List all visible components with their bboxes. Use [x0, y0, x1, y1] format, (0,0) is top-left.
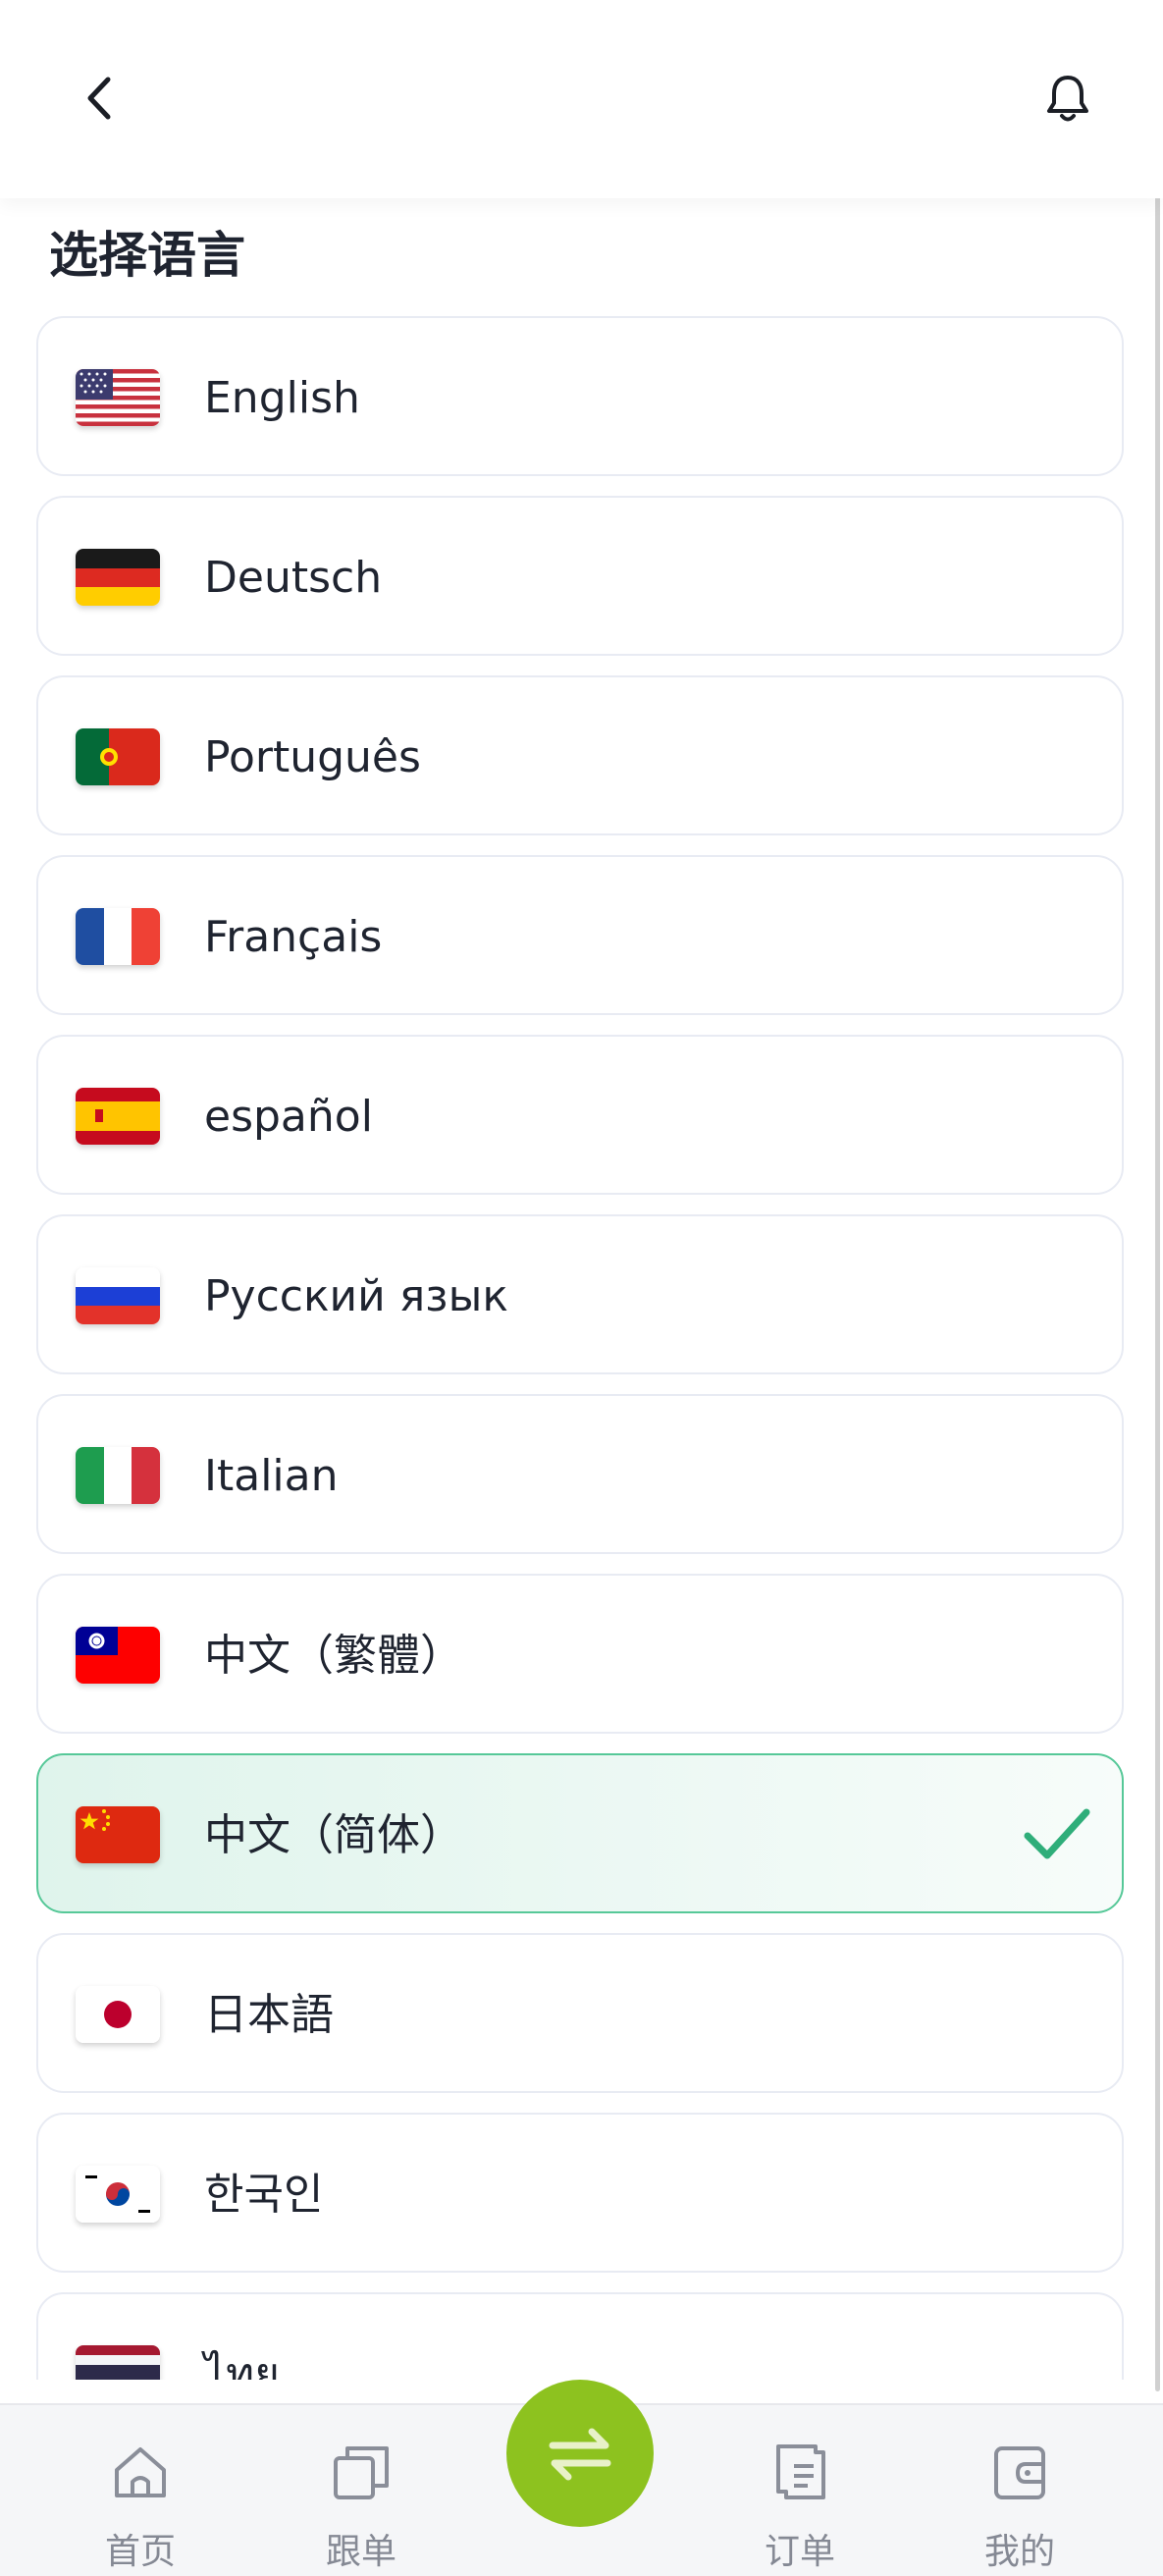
language-label: Français [204, 912, 383, 962]
tab-orders-label: 订单 [764, 2532, 835, 2572]
th-flag-icon [76, 2345, 160, 2380]
language-label: Русский язык [204, 1271, 508, 1321]
bell-icon [1047, 76, 1088, 122]
copy-icon [334, 2446, 389, 2499]
jp-flag-icon [76, 1986, 160, 2043]
tab-follow[interactable]: 跟单 [283, 2403, 440, 2574]
language-label: Português [204, 732, 421, 782]
trade-center-button[interactable] [506, 2380, 654, 2527]
language-item-chinese-simplified[interactable]: 中文（简体） [36, 1753, 1124, 1913]
it-flag-icon [76, 1447, 160, 1504]
language-label: 한국인 [204, 2170, 324, 2220]
language-label: español [204, 1092, 373, 1142]
language-label: ไทย [204, 2349, 280, 2380]
cn-flag-icon [76, 1806, 160, 1863]
language-item-english[interactable]: English [36, 316, 1124, 476]
language-item-thai[interactable]: ไทย [36, 2292, 1124, 2380]
home-icon [115, 2447, 166, 2497]
notifications-button[interactable] [1035, 64, 1100, 133]
back-button[interactable] [69, 64, 128, 133]
language-item-chinese-traditional[interactable]: 中文（繁體） [36, 1574, 1124, 1734]
language-item-korean[interactable]: 한국인 [36, 2113, 1124, 2273]
language-label: 中文（简体） [204, 1810, 463, 1860]
fr-flag-icon [76, 908, 160, 965]
language-item-italian[interactable]: Italian [36, 1394, 1124, 1554]
wallet-icon [994, 2446, 1045, 2499]
language-label: Deutsch [204, 553, 383, 603]
scrollbar[interactable] [1155, 0, 1160, 2391]
tab-home-label: 首页 [104, 2532, 176, 2572]
language-item-deutsch[interactable]: Deutsch [36, 496, 1124, 656]
language-item-espanol[interactable]: español [36, 1035, 1124, 1195]
tab-home[interactable]: 首页 [62, 2403, 219, 2574]
tab-mine[interactable]: 我的 [941, 2403, 1098, 2574]
ru-flag-icon [76, 1267, 160, 1324]
language-label: English [204, 373, 360, 423]
page-title: 选择语言 [49, 227, 245, 284]
language-label: 中文（繁體） [204, 1631, 463, 1681]
check-icon [1024, 1808, 1090, 1859]
top-bar [0, 0, 1163, 198]
language-item-japanese[interactable]: 日本語 [36, 1933, 1124, 2093]
tab-mine-label: 我的 [983, 2532, 1055, 2572]
chevron-left-icon [87, 77, 111, 120]
swap-arrows-icon [549, 2428, 611, 2481]
language-item-portugues[interactable]: Português [36, 675, 1124, 835]
kr-flag-icon [76, 2166, 160, 2223]
language-label: 日本語 [204, 1990, 334, 2040]
language-item-francais[interactable]: Français [36, 855, 1124, 1015]
pt-flag-icon [76, 728, 160, 785]
language-item-russian[interactable]: Русский язык [36, 1214, 1124, 1374]
us-flag-icon [76, 369, 160, 426]
language-label: Italian [204, 1451, 339, 1501]
tab-follow-label: 跟单 [325, 2532, 396, 2572]
tw-flag-icon [76, 1627, 160, 1684]
document-icon [776, 2444, 825, 2499]
es-flag-icon [76, 1088, 160, 1145]
de-flag-icon [76, 549, 160, 606]
tab-orders[interactable]: 订单 [721, 2403, 878, 2574]
language-list: English Deutsch Português Français españ… [36, 316, 1124, 2380]
